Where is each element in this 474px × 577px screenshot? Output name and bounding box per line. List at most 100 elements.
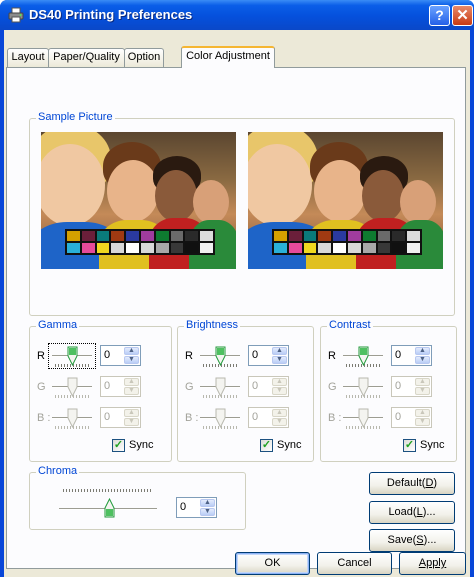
swatch-cell	[96, 231, 110, 241]
brightness-row-label: B :	[185, 412, 199, 424]
tab-layout[interactable]: Layout	[7, 48, 49, 67]
contrast-spinbox[interactable]: 0 ▲ ▼	[391, 345, 432, 366]
gamma-spinbox[interactable]: 0 ▲ ▼	[100, 345, 141, 366]
dialog-window: DS40 Printing Preferences ? ✕ Layout Pap…	[0, 0, 474, 577]
chroma-value[interactable]: 0	[180, 501, 186, 513]
swatch-cell	[274, 243, 287, 253]
swatch-cell	[126, 231, 139, 241]
contrast-value: 0	[395, 380, 402, 392]
swatch-cell	[392, 243, 406, 253]
help-button[interactable]: ?	[429, 5, 450, 26]
swatch-cell	[407, 231, 420, 241]
color-swatch-chart	[272, 229, 422, 255]
ok-button[interactable]: OK	[235, 552, 310, 575]
swatch-cell	[126, 243, 139, 253]
apply-button[interactable]: Apply	[399, 552, 466, 575]
load-button[interactable]: Load(L)...	[369, 501, 455, 524]
spin-up-icon: ▲	[272, 409, 287, 417]
tab-paper-quality[interactable]: Paper/Quality	[48, 48, 125, 67]
checkmark-icon[interactable]: ✓	[112, 439, 125, 452]
spin-down-icon[interactable]: ▼	[124, 356, 139, 364]
swatch-cell	[155, 231, 169, 241]
gamma-row-label: R	[37, 350, 45, 362]
contrast-value[interactable]: 0	[395, 349, 401, 361]
swatch-cell	[288, 231, 302, 241]
gamma-slider-thumb[interactable]	[67, 346, 78, 366]
brightness-group: Brightness R 0 ▲ ▼ G 0 ▲ ▼ B :0 ▲ ▼ ✓ Sync	[177, 319, 314, 462]
gamma-slider-thumb	[67, 377, 78, 397]
contrast-slider-thumb	[358, 377, 369, 397]
chroma-slider-thumb[interactable]	[104, 498, 115, 518]
swatch-cell	[81, 243, 95, 253]
swatch-cell	[303, 231, 317, 241]
brightness-value[interactable]: 0	[252, 349, 258, 361]
swatch-cell	[141, 231, 154, 241]
contrast-spinbox: 0 ▲ ▼	[391, 407, 432, 428]
checkmark-icon[interactable]: ✓	[260, 439, 273, 452]
swatch-cell	[155, 243, 169, 253]
gamma-spinbox: 0 ▲ ▼	[100, 376, 141, 397]
swatch-cell	[274, 231, 287, 241]
gamma-spinbox: 0 ▲ ▼	[100, 407, 141, 428]
color-swatch-chart	[65, 229, 215, 255]
spin-up-icon: ▲	[124, 378, 139, 386]
tab-color-adjustment[interactable]: Color Adjustment	[181, 46, 275, 68]
swatch-cell	[318, 243, 332, 253]
window-title: DS40 Printing Preferences	[29, 7, 193, 22]
spin-down-icon[interactable]: ▼	[415, 356, 430, 364]
contrast-slider-thumb	[358, 408, 369, 428]
brightness-slider-thumb	[215, 408, 226, 428]
contrast-row-label: B :	[328, 412, 342, 424]
swatch-cell	[170, 243, 184, 253]
brightness-slider-thumb	[215, 377, 226, 397]
spin-down-icon[interactable]: ▼	[272, 356, 287, 364]
swatch-cell	[185, 231, 199, 241]
swatch-cell	[377, 231, 391, 241]
swatch-cell	[348, 231, 361, 241]
brightness-slider-thumb[interactable]	[215, 346, 226, 366]
title-bar[interactable]: DS40 Printing Preferences ? ✕	[0, 0, 474, 30]
chroma-slider-ticks	[63, 489, 153, 492]
brightness-row-label: G	[185, 381, 194, 393]
swatch-cell	[141, 243, 154, 253]
spin-up-icon[interactable]: ▲	[124, 347, 139, 355]
swatch-cell	[288, 243, 302, 253]
gamma-value: 0	[104, 380, 111, 392]
checkmark-icon[interactable]: ✓	[403, 439, 416, 452]
cancel-button[interactable]: Cancel	[317, 552, 392, 575]
sample-picture-adjusted	[248, 132, 443, 269]
chroma-label: Chroma	[36, 465, 80, 477]
swatch-cell	[81, 231, 95, 241]
brightness-value: 0	[252, 411, 259, 423]
contrast-sync-label: Sync	[420, 439, 445, 451]
swatch-cell	[67, 243, 80, 253]
swatch-cell	[392, 231, 406, 241]
sample-picture-original	[41, 132, 236, 269]
spin-down-icon[interactable]: ▼	[200, 508, 215, 516]
chroma-spinbox[interactable]: 0 ▲ ▼	[176, 497, 217, 518]
gamma-value[interactable]: 0	[104, 349, 110, 361]
default-button[interactable]: Default(D)	[369, 472, 455, 495]
brightness-label: Brightness	[184, 319, 240, 331]
sample-picture-group: Sample Picture	[29, 111, 455, 316]
spin-down-icon: ▼	[272, 418, 287, 426]
spin-down-icon: ▼	[124, 387, 139, 395]
save-button[interactable]: Save(S)...	[369, 529, 455, 552]
brightness-value: 0	[252, 380, 259, 392]
contrast-value: 0	[395, 411, 402, 423]
gamma-group: Gamma R 0 ▲ ▼ G 0 ▲ ▼ B :0 ▲ ▼ ✓ Sync	[29, 319, 172, 462]
spin-up-icon: ▲	[415, 409, 430, 417]
brightness-spinbox[interactable]: 0 ▲ ▼	[248, 345, 289, 366]
close-button[interactable]: ✕	[452, 5, 473, 26]
color-adjustment-panel: Sample Picture Gamma R 0 ▲ ▼ G 0 ▲ ▼ B:…	[6, 67, 466, 569]
spin-up-icon[interactable]: ▲	[415, 347, 430, 355]
tab-option[interactable]: Option	[124, 48, 164, 67]
swatch-cell	[303, 243, 317, 253]
brightness-sync-label: Sync	[277, 439, 302, 451]
contrast-slider-thumb[interactable]	[358, 346, 369, 366]
swatch-cell	[96, 243, 110, 253]
spin-up-icon[interactable]: ▲	[272, 347, 287, 355]
spin-up-icon[interactable]: ▲	[200, 499, 215, 507]
contrast-spinbox: 0 ▲ ▼	[391, 376, 432, 397]
swatch-cell	[170, 231, 184, 241]
